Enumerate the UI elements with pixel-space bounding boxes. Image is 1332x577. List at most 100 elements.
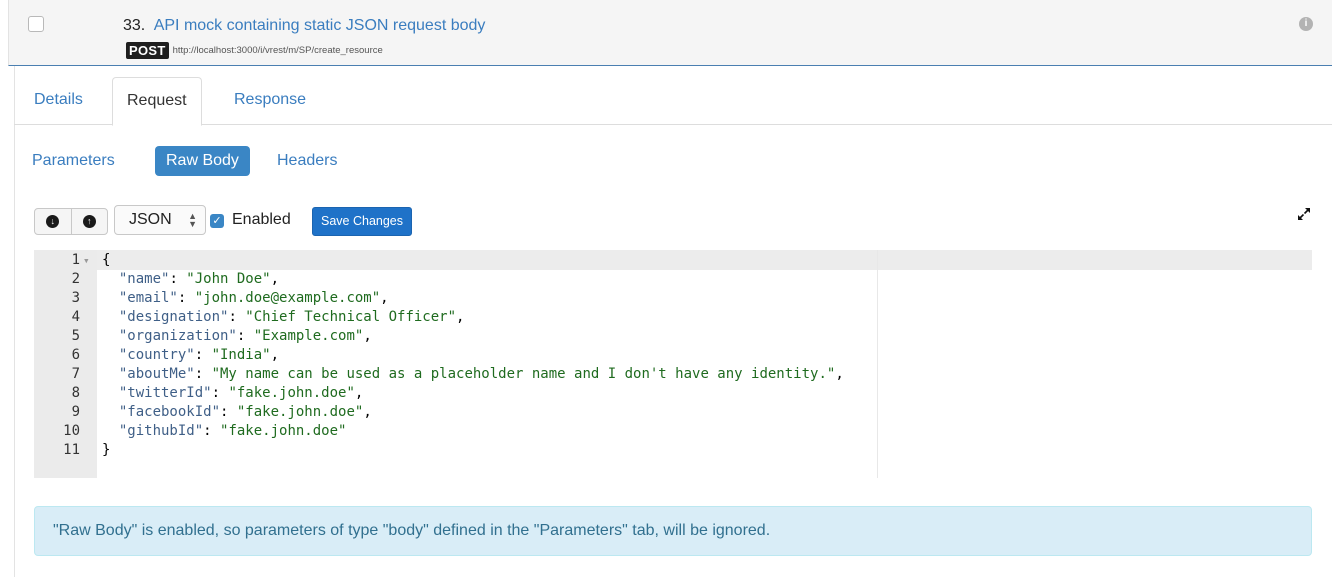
- json-key: "githubId": [118, 423, 204, 439]
- main-tabs: Details Request Response: [14, 66, 1332, 126]
- json-value: "fake.john.doe": [220, 423, 347, 439]
- line-number: 6: [71, 347, 80, 363]
- raw-body-editor[interactable]: 1 ▾{2 "name": "John Doe", 3 "email": "john…: [34, 250, 1312, 478]
- line-number: 4: [71, 309, 80, 325]
- code-text: "twitterId": "fake.john.doe",: [102, 384, 363, 403]
- json-colon: :: [211, 385, 229, 401]
- code-text: "designation": "Chief Technical Officer"…: [102, 308, 465, 327]
- request-meta: POST http://localhost:3000/i/vrest/m/SP/…: [126, 41, 383, 59]
- format-select-value: JSON: [129, 211, 172, 228]
- json-colon: :: [220, 404, 237, 420]
- json-comma: ,: [835, 366, 844, 382]
- json-comma: ,: [270, 347, 280, 363]
- code-text: "country": "India",: [102, 346, 279, 365]
- test-case-number: 33.: [123, 17, 146, 34]
- code-line: 1 ▾ {: [34, 251, 1312, 270]
- json-key: "aboutMe": [118, 366, 195, 382]
- expand-icon[interactable]: [1296, 206, 1312, 222]
- request-url: http://localhost:3000/i/vrest/m/SP/creat…: [172, 44, 383, 56]
- line-number: 5: [71, 328, 80, 344]
- code-text: "githubId": "fake.john.doe": [102, 422, 347, 441]
- json-key: "name": [118, 271, 170, 287]
- download-button[interactable]: ↓: [35, 209, 71, 234]
- code-text: {: [102, 252, 111, 268]
- line-number: 1: [71, 252, 80, 268]
- raw-body-info-alert: "Raw Body" is enabled, so parameters of …: [34, 506, 1312, 556]
- json-value: "Chief Technical Officer": [245, 309, 457, 325]
- code-line: 6 "country": "India",: [34, 346, 1312, 365]
- arrow-up-circle-icon: ↑: [82, 215, 96, 228]
- code-text: "facebookId": "fake.john.doe",: [102, 403, 372, 422]
- json-comma: ,: [270, 271, 280, 287]
- json-colon: :: [194, 366, 212, 382]
- json-colon: :: [228, 309, 246, 325]
- select-checkbox[interactable]: [28, 16, 44, 32]
- code-line: 9 "facebookId": "fake.john.doe",: [34, 403, 1312, 422]
- json-value: "fake.john.doe": [236, 404, 364, 420]
- line-number: 7: [71, 366, 80, 382]
- line-number: 11: [63, 442, 80, 458]
- json-comma: ,: [456, 309, 465, 325]
- enabled-label: Enabled: [232, 211, 291, 228]
- test-case-header: 33. API mock containing static JSON requ…: [8, 0, 1332, 66]
- json-value: "John Doe": [186, 271, 271, 287]
- select-spinner-icon: ▲ ▼: [188, 211, 197, 229]
- json-value: "India": [211, 347, 271, 363]
- panel-left-border: [14, 66, 15, 577]
- format-select[interactable]: JSON ▲ ▼: [114, 205, 206, 235]
- test-case-title[interactable]: API mock containing static JSON request …: [154, 17, 486, 34]
- line-number: 10: [63, 423, 80, 439]
- code-line: 10 "githubId": "fake.john.doe": [34, 422, 1312, 441]
- subtab-parameters[interactable]: Parameters: [32, 146, 115, 176]
- json-key: "twitterId": [118, 385, 212, 401]
- upload-button[interactable]: ↑: [70, 209, 108, 234]
- arrow-down-circle-icon: ↓: [46, 215, 60, 228]
- code-line: 3 "email": "john.doe@example.com",: [34, 289, 1312, 308]
- line-number: 8: [71, 385, 80, 401]
- json-value: "My name can be used as a placeholder na…: [211, 366, 836, 382]
- json-key: "email": [118, 290, 178, 306]
- json-comma: ,: [380, 290, 389, 306]
- save-changes-button[interactable]: Save Changes: [312, 207, 413, 236]
- json-colon: :: [177, 290, 195, 306]
- json-key: "country": [118, 347, 195, 363]
- code-text: "aboutMe": "My name can be used as a pla…: [102, 365, 844, 384]
- code-line: 2 "name": "John Doe",: [34, 270, 1312, 289]
- json-value: "fake.john.doe": [228, 385, 355, 401]
- json-value: "Example.com": [253, 328, 364, 344]
- tab-details[interactable]: Details: [34, 90, 83, 110]
- import-export-group: ↓ ↑: [34, 208, 108, 235]
- code-text: "name": "John Doe",: [102, 270, 279, 289]
- line-number: 9: [71, 404, 80, 420]
- tab-response[interactable]: Response: [234, 90, 306, 110]
- line-number: 2: [71, 271, 80, 287]
- info-circle-icon[interactable]: i: [1299, 17, 1313, 31]
- code-line: 4 "designation": "Chief Technical Office…: [34, 308, 1312, 327]
- json-key: "facebookId": [118, 404, 221, 420]
- code-line: 8 "twitterId": "fake.john.doe",: [34, 384, 1312, 403]
- code-text: }: [102, 442, 111, 458]
- json-comma: ,: [354, 385, 364, 401]
- line-number: 3: [71, 290, 80, 306]
- enabled-checkbox[interactable]: ✓: [210, 214, 224, 228]
- subtab-headers[interactable]: Headers: [277, 146, 337, 176]
- json-colon: :: [236, 328, 254, 344]
- test-case-title-line: 33. API mock containing static JSON requ…: [123, 16, 485, 36]
- json-colon: :: [194, 347, 212, 363]
- code-text: "organization": "Example.com",: [102, 327, 372, 346]
- code-line: 5 "organization": "Example.com",: [34, 327, 1312, 346]
- json-comma: ,: [363, 404, 372, 420]
- json-colon: :: [203, 423, 221, 439]
- subtab-raw-body[interactable]: Raw Body: [155, 146, 250, 176]
- json-comma: ,: [363, 328, 372, 344]
- json-value: "john.doe@example.com": [194, 290, 381, 306]
- code-line: 7 "aboutMe": "My name can be used as a p…: [34, 365, 1312, 384]
- fold-toggle-icon[interactable]: ▾: [83, 251, 90, 270]
- method-badge: POST: [126, 41, 169, 59]
- code-line: 11}: [34, 441, 1312, 460]
- json-colon: :: [169, 271, 187, 287]
- json-key: "organization": [118, 328, 237, 344]
- json-key: "designation": [118, 309, 229, 325]
- tab-request[interactable]: Request: [112, 77, 202, 126]
- code-text: "email": "john.doe@example.com",: [102, 289, 389, 308]
